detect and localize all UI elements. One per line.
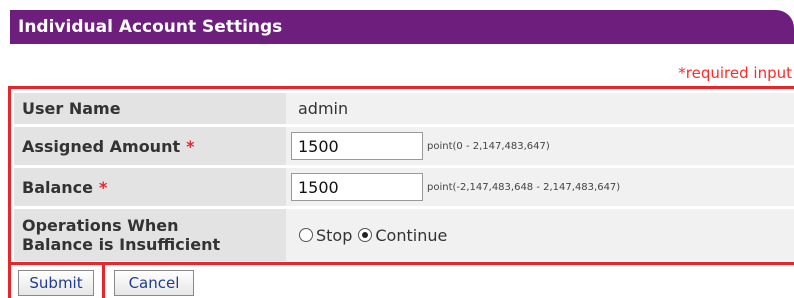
user-name-value: admin (298, 99, 349, 118)
assigned-amount-hint: point(0 - 2,147,483,647) (427, 140, 550, 152)
account-settings-form: User Name admin Assigned Amount * point(… (8, 86, 794, 265)
operations-label: Operations When Balance is Insufficient (14, 209, 286, 261)
required-asterisk: * (186, 136, 195, 156)
balance-input[interactable] (291, 173, 423, 201)
required-input-note: *required input (678, 64, 792, 82)
balance-hint: point(-2,147,483,648 - 2,147,483,647) (427, 181, 621, 193)
continue-radio-label[interactable]: Continue (375, 226, 447, 245)
required-asterisk: * (99, 177, 108, 197)
cancel-button[interactable]: Cancel (114, 270, 194, 296)
assigned-amount-input[interactable] (291, 132, 423, 160)
assigned-amount-label: Assigned Amount * (14, 127, 286, 165)
assigned-amount-row: Assigned Amount * point(0 - 2,147,483,64… (14, 127, 794, 165)
insufficient-balance-radio-group: Stop Continue (299, 226, 453, 245)
user-name-value-cell: admin (291, 93, 794, 124)
balance-row: Balance * point(-2,147,483,648 - 2,147,4… (14, 168, 794, 206)
balance-label: Balance * (14, 168, 286, 206)
user-name-row: User Name admin (14, 93, 794, 124)
section-title: Individual Account Settings (18, 17, 283, 37)
user-name-label: User Name (14, 93, 286, 124)
continue-radio[interactable] (358, 228, 373, 242)
stop-radio[interactable] (299, 228, 313, 242)
operations-value-cell: Stop Continue (291, 209, 794, 261)
submit-button[interactable]: Submit (18, 270, 94, 296)
section-header: Individual Account Settings (10, 10, 794, 44)
assigned-amount-value-cell: point(0 - 2,147,483,647) (291, 127, 794, 165)
operations-row: Operations When Balance is Insufficient … (14, 209, 794, 261)
stop-radio-label[interactable]: Stop (316, 226, 352, 245)
balance-value-cell: point(-2,147,483,648 - 2,147,483,647) (291, 168, 794, 206)
